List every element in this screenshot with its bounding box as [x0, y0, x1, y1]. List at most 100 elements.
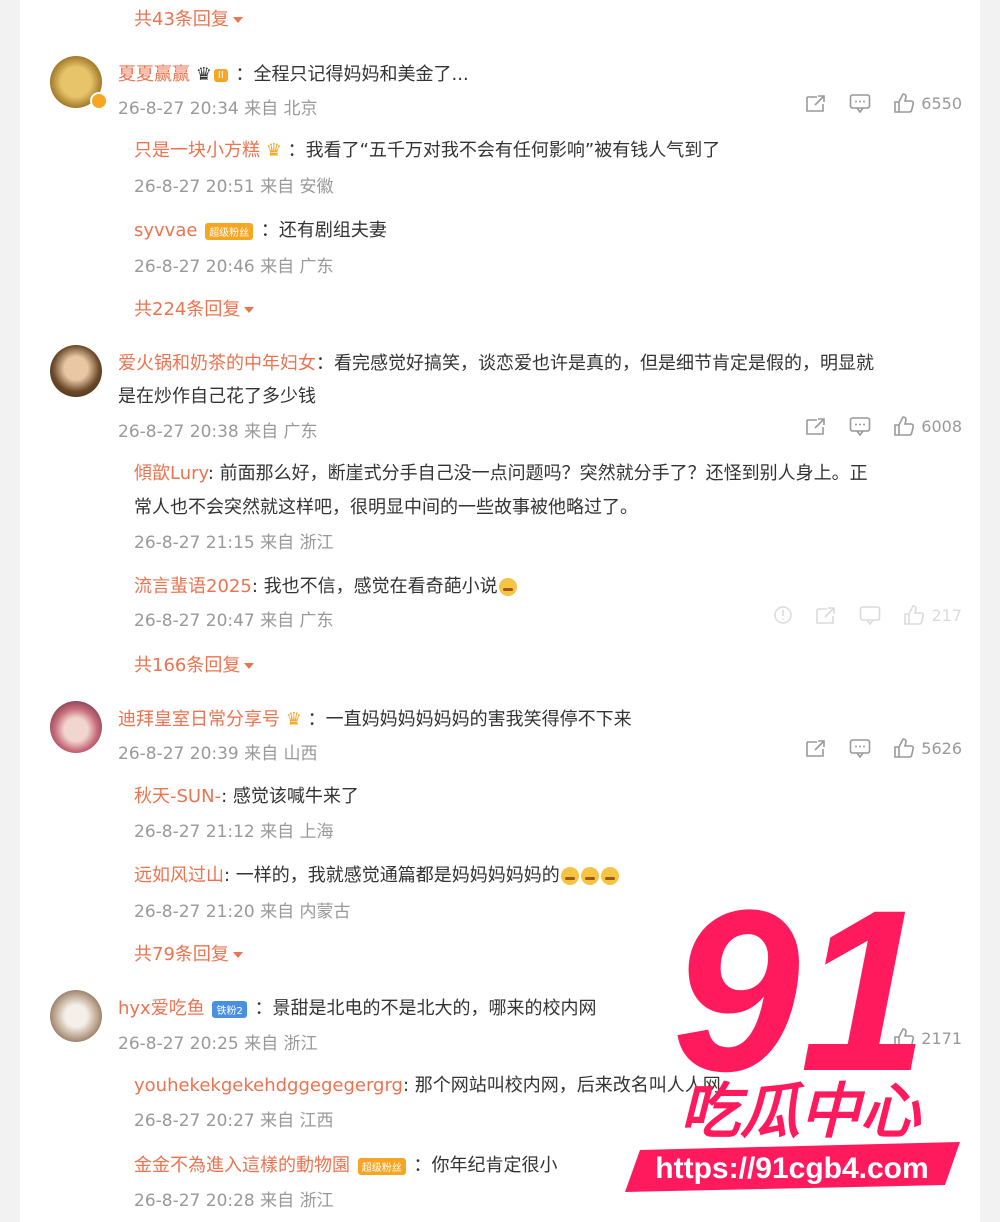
reply-actions: 217	[773, 604, 962, 626]
reply-text: ：还有剧组夫妻	[260, 220, 387, 241]
comment-author[interactable]: 迪拜皇室日常分享号	[118, 709, 280, 730]
laugh-cry-emoji-icon	[600, 867, 619, 885]
comment-author[interactable]: hyx爱吃鱼	[118, 998, 205, 1019]
comment-icon[interactable]	[859, 605, 881, 625]
reply-text: ：我看了“五千万对我不会有任何影响”被有钱人气到了	[287, 140, 721, 161]
comment-author[interactable]: 爱火锅和奶茶的中年妇女	[118, 353, 316, 374]
reply-line: 流言蜚语2025: 我也不信，感觉在看奇葩小说	[134, 572, 518, 598]
reply-meta: 26-8-27 21:20 来自 内蒙古	[134, 902, 351, 922]
more-replies-label: 共43条回复	[134, 9, 229, 30]
avatar[interactable]	[50, 345, 102, 397]
verified-badge-icon	[90, 92, 108, 110]
reply-author[interactable]: 金金不為進入這樣的動物園	[134, 1155, 350, 1176]
more-replies-label: 共166条回复	[134, 655, 241, 676]
avatar[interactable]	[50, 990, 102, 1042]
fan-badge: 超级粉丝	[357, 1157, 406, 1175]
comment-meta: 26-8-27 20:34 来自 北京	[118, 99, 318, 119]
comment-icon[interactable]	[849, 93, 871, 113]
laugh-cry-emoji-icon	[580, 867, 599, 885]
like-count: 217	[931, 605, 962, 625]
caret-down-icon	[232, 952, 243, 958]
comment-text: ：景甜是北电的不是北大的，哪来的校内网	[254, 998, 597, 1019]
comment-icon[interactable]	[849, 416, 871, 436]
reply-author[interactable]: syvvae	[134, 220, 197, 241]
crown-icon: ♛	[265, 140, 282, 161]
reply-text-continued: 常人也不会突然就这样吧，很明显中间的一些故事被他略过了。	[134, 497, 638, 518]
reply-line: 傾歆Lury: 前面那么好，断崖式分手自己没一点问题吗？突然就分手了？还怪到别人…	[134, 459, 868, 485]
forward-icon[interactable]	[805, 93, 827, 113]
like-button[interactable]: 5626	[893, 737, 962, 759]
comment-text-continued: 是在炒作自己花了多少钱	[118, 386, 316, 407]
more-replies-link[interactable]: 共79条回复	[134, 940, 243, 966]
reply-meta: 26-8-27 20:47 来自 广东	[134, 611, 334, 631]
laugh-cry-emoji-icon	[560, 867, 579, 885]
comment-actions: 6550	[805, 92, 962, 114]
reply-line: 金金不為進入這樣的動物園 超级粉丝 ：你年纪肯定很小	[134, 1151, 557, 1177]
caret-down-icon	[244, 307, 255, 313]
thumbs-up-icon	[894, 93, 915, 113]
comment-text: ：看完感觉好搞笑，谈恋爱也许是真的，但是细节肯定是假的，明显就	[316, 353, 874, 374]
thumbs-up-icon	[894, 738, 915, 758]
like-count: 6550	[921, 93, 962, 113]
like-button[interactable]: 6008	[893, 415, 962, 437]
like-count: 6008	[921, 416, 962, 436]
like-button[interactable]: 217	[903, 604, 962, 626]
reply-author[interactable]: 傾歆Lury	[134, 463, 208, 484]
forward-icon[interactable]	[815, 605, 837, 625]
reply-meta: 26-8-27 20:46 来自 广东	[134, 257, 334, 277]
reply-line: syvvae 超级粉丝 ：还有剧组夫妻	[134, 216, 387, 242]
reply-author[interactable]: 只是一块小方糕	[134, 140, 260, 161]
reply-text: ：你年纪肯定很小	[413, 1155, 558, 1176]
comment-line: hyx爱吃鱼 铁粉2 ：景甜是北电的不是北大的，哪来的校内网	[118, 994, 597, 1020]
reply-author[interactable]: youhekekgekehdggegegergrg	[134, 1075, 403, 1096]
comment-icon[interactable]	[849, 738, 871, 758]
fan-badge: 超级粉丝	[205, 222, 254, 240]
more-replies-link[interactable]: 共166条回复	[134, 651, 255, 677]
comment-meta: 26-8-27 20:39 来自 山西	[118, 744, 318, 764]
more-replies-label: 共224条回复	[134, 299, 241, 320]
comment-author[interactable]: 夏夏赢赢	[118, 64, 190, 85]
comment-meta: 26-8-27 20:25 来自 浙江	[118, 1034, 318, 1054]
reply-line: 秋天-SUN-: 感觉该喊牛来了	[134, 782, 359, 808]
comment-actions: 6008	[805, 415, 962, 437]
forward-icon[interactable]	[805, 416, 827, 436]
reply-meta: 26-8-27 20:27 来自 江西	[134, 1111, 334, 1131]
avatar[interactable]	[50, 701, 102, 753]
laugh-cry-emoji-icon	[498, 578, 517, 596]
more-replies-label: 共79条回复	[134, 944, 229, 965]
crown-icon: ♛	[195, 64, 212, 85]
reply-author[interactable]: 远如风过山	[134, 865, 224, 886]
reply-text: : 感觉该喊牛来了	[221, 786, 359, 807]
watermark-title: 吃瓜中心	[680, 1078, 922, 1145]
comment-text: ：全程只记得妈妈和美金了...	[235, 64, 469, 85]
comment-line: 迪拜皇室日常分享号 ♛ ：一直妈妈妈妈妈妈的害我笑得停不下来	[118, 705, 632, 731]
comment-text: ：一直妈妈妈妈妈妈的害我笑得停不下来	[307, 709, 632, 730]
reply-author[interactable]: 流言蜚语2025	[134, 576, 252, 597]
watermark-url: https://91cgb4.com	[655, 1152, 928, 1185]
top-more-replies-link[interactable]: 共43条回复	[134, 5, 243, 31]
comment-meta: 26-8-27 20:38 来自 广东	[118, 422, 318, 442]
reply-meta: 26-8-27 20:51 来自 安徽	[134, 177, 334, 197]
like-count: 5626	[921, 738, 962, 758]
thumbs-up-icon	[904, 605, 925, 625]
reply-author[interactable]: 秋天-SUN-	[134, 786, 221, 807]
forward-icon[interactable]	[805, 738, 827, 758]
caret-down-icon	[244, 663, 255, 669]
reply-meta: 26-8-27 21:12 来自 上海	[134, 822, 334, 842]
reply-line: 只是一块小方糕 ♛ ：我看了“五千万对我不会有任何影响”被有钱人气到了	[134, 136, 720, 162]
reply-text: : 我也不信，感觉在看奇葩小说	[251, 576, 498, 597]
fan-level-badge: II	[213, 68, 228, 82]
more-replies-link[interactable]: 共224条回复	[134, 295, 255, 321]
reply-meta: 26-8-27 20:28 来自 浙江	[134, 1191, 334, 1211]
comment-line: 夏夏赢赢 ♛ II ：全程只记得妈妈和美金了...	[118, 60, 469, 86]
reply-text: : 前面那么好，断崖式分手自己没一点问题吗？突然就分手了？还怪到别人身上。正	[207, 463, 868, 484]
reply-text: : 一样的，我就感觉通篇都是妈妈妈妈妈的	[224, 865, 560, 886]
watermark-logo: 91 吃瓜中心 https://91cgb4.com	[620, 862, 980, 1200]
thumbs-up-icon	[894, 416, 915, 436]
comment-line: 爱火锅和奶茶的中年妇女：看完感觉好搞笑，谈恋爱也许是真的，但是细节肯定是假的，明…	[118, 349, 874, 375]
report-icon[interactable]	[773, 605, 793, 625]
reply-line: 远如风过山: 一样的，我就感觉通篇都是妈妈妈妈妈的	[134, 861, 620, 887]
fan-level-badge: 铁粉2	[212, 1000, 247, 1018]
like-button[interactable]: 6550	[893, 92, 962, 114]
caret-down-icon	[232, 17, 243, 23]
